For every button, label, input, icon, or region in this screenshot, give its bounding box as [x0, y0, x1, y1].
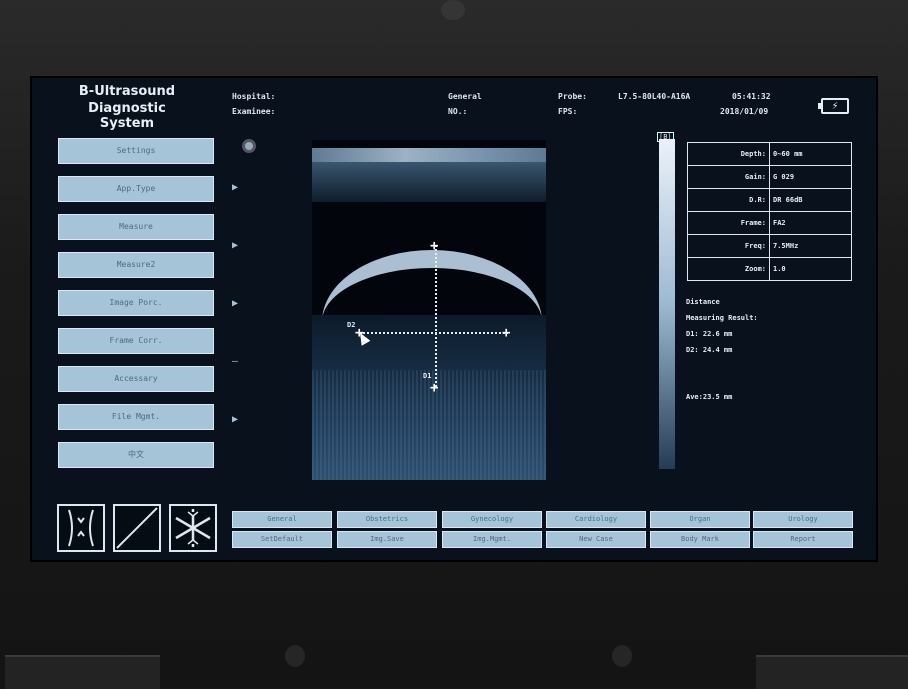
- preset-urology-button[interactable]: Urology: [753, 511, 853, 528]
- camera-dot: [441, 0, 465, 20]
- imaging-parameters-table: Depth: 0~60 mm Gain: G 029 D.R: DR 66dB Fra…: [687, 142, 852, 281]
- hospital-label: Hospital:: [232, 92, 276, 101]
- body-mark-icon[interactable]: [57, 504, 105, 552]
- measure-line-d1: [435, 245, 437, 387]
- probe-value: L7.5-80L40-A16A: [618, 92, 691, 101]
- menu-settings-button[interactable]: Settings: [58, 138, 214, 164]
- param-value: G 029: [769, 165, 852, 189]
- param-row-frame: Frame: FA2: [687, 211, 852, 235]
- skin-layer-echo: [312, 148, 546, 162]
- caliper-d2-label: D2: [347, 321, 356, 329]
- settings-radio-icon: [242, 139, 256, 153]
- probe-orientation-icon[interactable]: [113, 504, 161, 552]
- preset-gynecology-button[interactable]: Gynecology: [442, 511, 542, 528]
- device-foot-right: [756, 655, 908, 689]
- caliper-d2-end-icon[interactable]: +: [502, 326, 510, 340]
- system-title-line1: B-Ultrasound: [78, 84, 176, 99]
- param-value: FA2: [769, 211, 852, 235]
- param-key: Zoom:: [687, 257, 770, 281]
- param-row-zoom: Zoom: 1.0: [687, 257, 852, 281]
- menu-measure2-button[interactable]: Measure2: [58, 252, 214, 278]
- param-value: DR 66dB: [769, 188, 852, 212]
- new-case-button[interactable]: New Case: [546, 531, 646, 548]
- device-foot-left: [5, 655, 160, 689]
- body-mark-button[interactable]: Body Mark: [650, 531, 750, 548]
- menu-app-type-button[interactable]: App.Type: [58, 176, 214, 202]
- preset-organ-button[interactable]: Organ: [650, 511, 750, 528]
- menu-frame-corr-button[interactable]: Frame Corr.: [58, 328, 214, 354]
- measure-average-result: Ave:23.5 mm: [686, 393, 733, 401]
- clock-date: 2018/01/09: [720, 107, 769, 116]
- ultrasound-screen: B-Ultrasound Diagnostic System Hospital:…: [30, 76, 878, 562]
- image-proc-arrow-icon: ▶: [232, 298, 239, 309]
- param-key: Freq:: [687, 234, 770, 258]
- ultrasound-image[interactable]: + + + + D2 D1: [312, 140, 546, 480]
- param-row-depth: Depth: 0~60 mm: [687, 142, 852, 166]
- measure-title: Distance: [686, 298, 720, 306]
- preset-cardiology-button[interactable]: Cardiology: [546, 511, 646, 528]
- param-key: Frame:: [687, 211, 770, 235]
- accessary-dash-icon: –: [232, 356, 239, 367]
- image-save-button[interactable]: Img.Save: [337, 531, 437, 548]
- caliper-d1-end-icon[interactable]: +: [430, 381, 438, 395]
- probe-label: Probe:: [558, 92, 587, 101]
- param-value: 0~60 mm: [769, 142, 852, 166]
- param-row-dr: D.R: DR 66dB: [687, 188, 852, 212]
- speckle-pattern: [312, 370, 546, 480]
- battery-icon: ⚡: [818, 98, 849, 114]
- device-screw-right: [612, 645, 632, 667]
- set-default-button[interactable]: SetDefault: [232, 531, 332, 548]
- param-key: Depth:: [687, 142, 770, 166]
- menu-file-mgmt-button[interactable]: File Mgmt.: [58, 404, 214, 430]
- device-screw-left: [285, 645, 305, 667]
- system-title-line2: Diagnostic System: [88, 101, 166, 131]
- param-row-freq: Freq: 7.5MHz: [687, 234, 852, 258]
- freeze-snowflake-icon[interactable]: [169, 504, 217, 552]
- caliper-d1-label: D1: [423, 372, 432, 380]
- fps-label: FPS:: [558, 107, 578, 116]
- menu-measure-button[interactable]: Measure: [58, 214, 214, 240]
- preset-general-button[interactable]: General: [232, 511, 332, 528]
- image-management-button[interactable]: Img.Mgmt.: [442, 531, 542, 548]
- param-row-gain: Gain: G 029: [687, 165, 852, 189]
- menu-accessary-button[interactable]: Accessary: [58, 366, 214, 392]
- app-type-arrow-icon: ▶: [232, 182, 239, 193]
- menu-language-button[interactable]: 中文: [58, 442, 214, 468]
- measure-d1-result: D1: 22.6 mm: [686, 330, 733, 338]
- param-value: 1.0: [769, 257, 852, 281]
- param-key: D.R:: [687, 188, 770, 212]
- caliper-d1-start-icon[interactable]: +: [430, 239, 438, 253]
- measure-line-d2: [360, 332, 508, 334]
- preset-obstetrics-button[interactable]: Obstetrics: [337, 511, 437, 528]
- measure2-arrow-icon: ▶: [232, 240, 239, 251]
- measure-subtitle: Measuring Result:: [686, 314, 758, 322]
- subcutaneous-layer: [312, 162, 546, 202]
- mode-label: General: [448, 92, 482, 101]
- report-button[interactable]: Report: [753, 531, 853, 548]
- menu-image-proc-button[interactable]: Image Porc.: [58, 290, 214, 316]
- param-value: 7.5MHz: [769, 234, 852, 258]
- file-mgmt-arrow-icon: ▶: [232, 414, 239, 425]
- clock-time: 05:41:32: [732, 92, 771, 101]
- examinee-label: Examinee:: [232, 107, 276, 116]
- param-key: Gain:: [687, 165, 770, 189]
- case-number-label: NO.:: [448, 107, 468, 116]
- gray-scale-bar: [659, 139, 675, 469]
- measure-d2-result: D2: 24.4 mm: [686, 346, 733, 354]
